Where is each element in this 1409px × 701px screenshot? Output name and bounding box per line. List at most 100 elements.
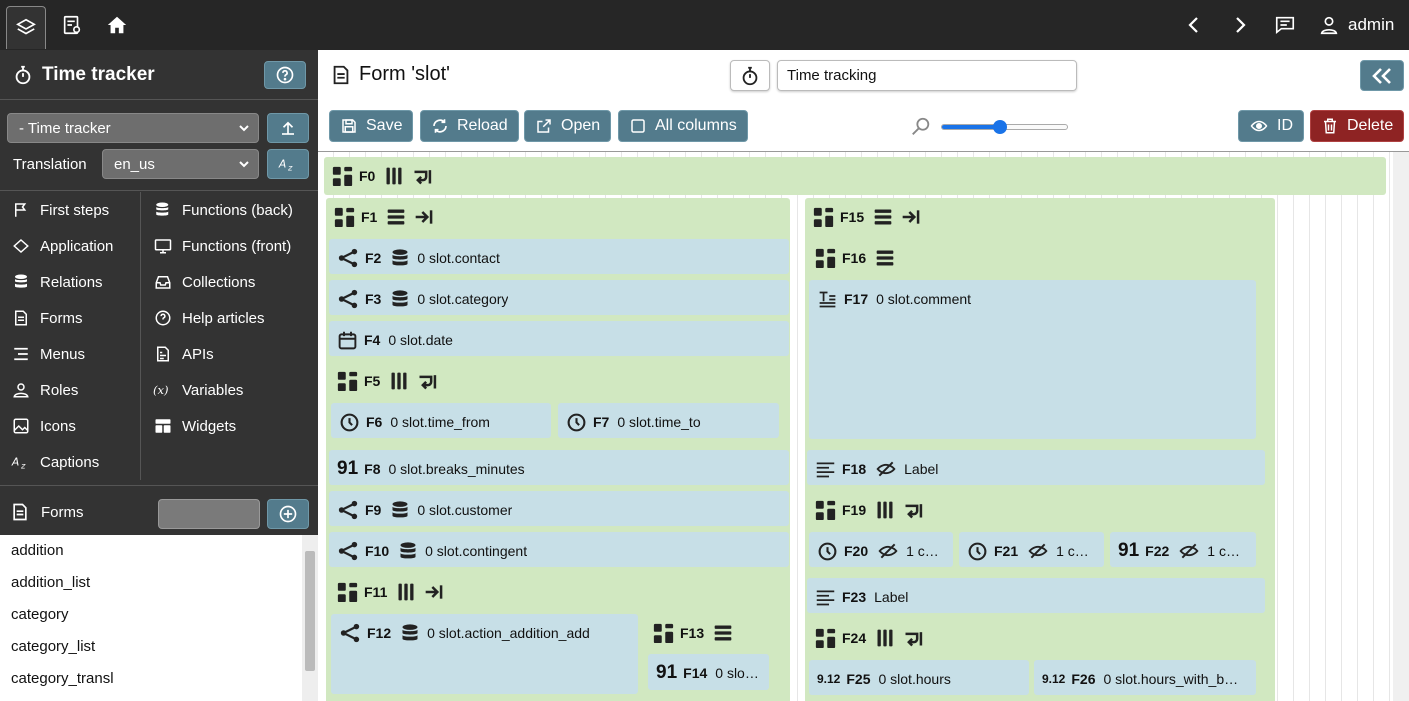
list-item[interactable]: category_transl (0, 663, 302, 695)
form-icon (333, 65, 349, 84)
field[interactable]: 91 F14 0 slo… (648, 654, 769, 690)
field[interactable]: 9.12 F26 0 slot.hours_with_b… (1034, 660, 1256, 695)
all-columns-button[interactable]: All columns (618, 110, 748, 142)
reload-button[interactable]: Reload (420, 110, 519, 142)
forward-button[interactable] (1228, 0, 1252, 50)
arrow-up-icon (282, 121, 294, 135)
field[interactable]: F23 Label (807, 578, 1265, 613)
nav-variables[interactable]: (x) Variables (153, 372, 293, 408)
zoom-slider-handle[interactable] (992, 120, 1007, 134)
canvas-scrollbar[interactable] (1393, 152, 1409, 701)
list-item[interactable]: category (0, 599, 302, 631)
field-id: F20 (844, 543, 869, 559)
nav-relations[interactable]: Relations (11, 264, 113, 300)
add-form-button[interactable] (267, 499, 309, 529)
user-menu[interactable]: admin (1318, 0, 1404, 50)
label-icon (815, 459, 836, 479)
help-button[interactable] (264, 61, 306, 89)
container-icon (815, 248, 836, 268)
floppy-icon (340, 117, 358, 135)
nav-label: Captions (40, 453, 100, 471)
forms-scrollbar[interactable] (302, 535, 318, 701)
container-icon (332, 166, 353, 186)
field[interactable]: F21 1 c… (959, 532, 1104, 567)
open-button[interactable]: Open (524, 110, 612, 142)
field-id: F17 (844, 291, 869, 307)
save-button[interactable]: Save (329, 110, 414, 142)
field-label: 0 slo… (715, 665, 759, 681)
builder-home-button[interactable] (6, 6, 46, 49)
divider (0, 485, 318, 486)
list-item[interactable]: addition (0, 535, 302, 567)
translation-label: Translation (13, 156, 87, 173)
field[interactable]: F9 0 slot.customer (329, 491, 789, 526)
nav-collections[interactable]: Collections (153, 264, 293, 300)
nav-apis[interactable]: APIs (153, 336, 293, 372)
field-id: F7 (593, 414, 610, 430)
field-header: F15 (813, 207, 1269, 227)
field[interactable]: F12 0 slot.action_addition_add (331, 614, 638, 694)
field[interactable]: F20 1 c… (809, 532, 953, 567)
nav-icons[interactable]: Icons (11, 408, 113, 444)
nav-label: Relations (40, 273, 103, 291)
translation-button[interactable]: Az (267, 149, 309, 179)
field-label: Label (904, 461, 939, 477)
integer-icon: 91 (1118, 541, 1140, 561)
nav-first-steps[interactable]: First steps (11, 192, 113, 228)
field[interactable]: F6 0 slot.time_from (331, 403, 551, 438)
nav-captions[interactable]: Az Captions (11, 444, 113, 480)
field-container[interactable]: F0 (324, 157, 1386, 195)
field-header: F13 (653, 623, 773, 643)
help-icon (276, 66, 294, 84)
form-icon-button[interactable] (730, 60, 770, 91)
delete-button[interactable]: Delete (1310, 110, 1405, 142)
nav-functions-front[interactable]: Functions (front) (153, 228, 293, 264)
translation-select[interactable]: en_us (102, 149, 259, 179)
forms-filter-input[interactable] (158, 499, 260, 529)
api-icon (153, 344, 173, 364)
nav-application[interactable]: Application (11, 228, 113, 264)
field-id: F2 (365, 250, 382, 266)
nav-left: First steps Application Relations Forms … (11, 192, 113, 480)
delete-label: Delete (1347, 117, 1394, 134)
clock-icon (339, 412, 360, 432)
feedback-button[interactable] (1271, 0, 1299, 50)
zoom-slider[interactable] (941, 120, 1068, 134)
container-icon (334, 207, 355, 227)
divider (140, 192, 141, 480)
collapse-sidebar-button[interactable] (1360, 60, 1404, 91)
grow-icon (423, 582, 445, 602)
module-select[interactable]: - Time tracker (7, 113, 259, 143)
field[interactable]: F3 0 slot.category (329, 280, 789, 315)
field-id: F24 (842, 630, 867, 646)
form-name-input[interactable]: Time tracking (777, 60, 1077, 91)
module-up-button[interactable] (267, 113, 309, 143)
field[interactable]: F10 0 slot.contingent (329, 532, 789, 567)
show-id-button[interactable]: ID (1238, 110, 1304, 142)
relationship-icon (337, 248, 359, 268)
field[interactable]: 91 F22 1 c… (1110, 532, 1256, 567)
id-label: ID (1277, 117, 1293, 134)
admin-tools-button[interactable] (58, 0, 86, 50)
field[interactable]: F2 0 slot.contact (329, 239, 789, 274)
back-button[interactable] (1182, 0, 1206, 50)
field[interactable]: F17 0 slot.comment (809, 280, 1256, 439)
nav-label: Forms (40, 309, 83, 327)
field[interactable]: 9.12 F25 0 slot.hours (809, 660, 1029, 695)
nav-forms[interactable]: Forms (11, 300, 113, 336)
field[interactable]: 91 F8 0 slot.breaks_minutes (329, 450, 789, 485)
nav-roles[interactable]: Roles (11, 372, 113, 408)
list-item[interactable]: category_list (0, 631, 302, 663)
nav-widgets[interactable]: Widgets (153, 408, 293, 444)
nav-menus[interactable]: Menus (11, 336, 113, 372)
scrollbar-thumb[interactable] (305, 551, 315, 671)
nav-help-articles[interactable]: Help articles (153, 300, 293, 336)
module-select-value: - Time tracker (19, 119, 111, 137)
nav-functions-back[interactable]: Functions (back) (153, 192, 293, 228)
field-header: 91 F8 0 slot.breaks_minutes (337, 459, 783, 479)
home-button[interactable] (103, 0, 131, 50)
field[interactable]: F4 0 slot.date (329, 321, 789, 356)
field[interactable]: F18 Label (807, 450, 1265, 485)
field[interactable]: F7 0 slot.time_to (558, 403, 779, 438)
list-item[interactable]: addition_list (0, 567, 302, 599)
